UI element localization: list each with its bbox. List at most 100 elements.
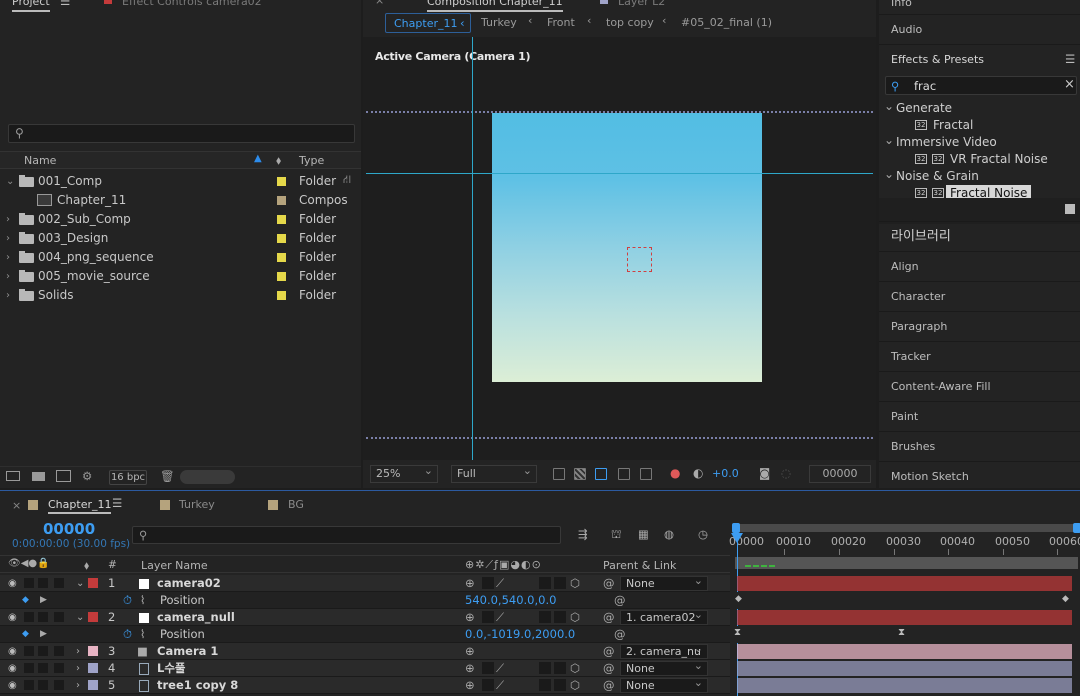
- project-search-input[interactable]: ⚲: [8, 124, 355, 143]
- layer-name[interactable]: L수풀: [157, 660, 186, 677]
- label-swatch[interactable]: [277, 177, 286, 186]
- breadcrumb-final[interactable]: #05_02_final (1): [681, 16, 772, 29]
- solo-switch[interactable]: [38, 646, 48, 656]
- chevron-right-icon[interactable]: ▶: [40, 626, 47, 643]
- mask-path-icon[interactable]: [595, 468, 607, 480]
- chevron-right-icon[interactable]: ▶: [40, 592, 47, 609]
- layer-tab[interactable]: Layer L2: [618, 0, 665, 8]
- collapse-switch[interactable]: [482, 611, 494, 623]
- graph-icon[interactable]: ⌇: [140, 626, 146, 643]
- label-swatch[interactable]: [277, 196, 286, 205]
- work-area-start-handle[interactable]: [732, 523, 740, 533]
- timeline-tab-turkey[interactable]: Turkey: [179, 498, 215, 511]
- close-icon[interactable]: ×: [12, 499, 21, 512]
- chevron-down-icon[interactable]: ⌄: [884, 98, 894, 114]
- audio-switch[interactable]: [24, 612, 34, 622]
- label-swatch[interactable]: [277, 291, 286, 300]
- pick-whip-icon[interactable]: @: [614, 592, 626, 609]
- chevron-down-icon[interactable]: ⌄: [76, 609, 84, 626]
- show-snapshot-icon[interactable]: ◌: [781, 466, 791, 480]
- layer-label-swatch[interactable]: [88, 646, 98, 656]
- visibility-eye-icon[interactable]: ◉: [8, 575, 17, 592]
- quality-switch-icon[interactable]: ⟋: [496, 575, 504, 592]
- parent-dropdown[interactable]: None: [620, 574, 708, 591]
- camera-target-box[interactable]: [627, 247, 652, 272]
- work-area-end-handle[interactable]: [1073, 523, 1080, 533]
- chevron-right-icon[interactable]: ›: [76, 660, 80, 677]
- new-preset-icon[interactable]: [1065, 204, 1075, 214]
- keyframe-nav-icon[interactable]: ◆: [22, 592, 29, 609]
- layer-label-swatch[interactable]: [88, 680, 98, 690]
- layer-row[interactable]: ◉ ⌄ 1 camera02 ⊕ ⟋ ⬡ @ None: [0, 574, 730, 592]
- layer-row[interactable]: ◉ › 3 ■ Camera 1 ⊕ @ 2. camera_nu: [0, 642, 730, 660]
- 3d-layer-icon[interactable]: ⬡: [570, 609, 580, 626]
- new-comp-icon[interactable]: [56, 470, 71, 482]
- motion-blur-switch[interactable]: [539, 662, 551, 674]
- property-row[interactable]: ◆ ▶ ⏱ ⌇ Position 540.0,540.0,0.0 @: [0, 592, 730, 609]
- adjustment-switch[interactable]: [554, 577, 566, 589]
- snapshot-camera-icon[interactable]: ◙: [759, 466, 770, 480]
- grid-guides-icon[interactable]: [640, 468, 652, 480]
- project-item[interactable]: › 004_png_sequence Folder: [0, 248, 343, 267]
- name-column-header[interactable]: Name: [24, 154, 56, 167]
- layer-duration-bar[interactable]: [737, 644, 1072, 659]
- lock-switch[interactable]: [54, 578, 64, 588]
- project-item[interactable]: Chapter_11 Compos: [0, 191, 348, 210]
- panel-library[interactable]: 라이브러리: [879, 221, 1080, 251]
- panel-menu-icon[interactable]: ☰: [112, 496, 122, 510]
- effect-controls-tab[interactable]: Effect Controls camera02: [122, 0, 262, 8]
- label-swatch[interactable]: [277, 234, 286, 243]
- zoom-dropdown[interactable]: 25% ⌄: [370, 464, 438, 483]
- project-item[interactable]: › Solids Folder: [0, 286, 343, 305]
- effect-category[interactable]: ⌄ Generate: [879, 98, 1080, 117]
- pick-whip-icon[interactable]: @: [603, 575, 615, 592]
- clear-search-icon[interactable]: ×: [1064, 77, 1075, 92]
- chevron-right-icon[interactable]: ›: [6, 229, 10, 248]
- project-settings-icon[interactable]: ⚙: [82, 469, 92, 483]
- parent-dropdown[interactable]: None: [620, 676, 708, 693]
- solo-switch[interactable]: [38, 578, 48, 588]
- breadcrumb-front[interactable]: Front: [547, 16, 575, 29]
- layer-row[interactable]: ◉ › 4 L수풀 ⊕ ⟋ ⬡ @ None: [0, 659, 730, 677]
- interpret-footage-icon[interactable]: [6, 471, 20, 481]
- quality-switch-icon[interactable]: ⟋: [496, 609, 504, 626]
- sky-image-layer[interactable]: [492, 113, 762, 382]
- playhead-handle[interactable]: [731, 533, 743, 543]
- new-folder-icon[interactable]: [32, 472, 45, 481]
- panel-paint[interactable]: Paint: [879, 401, 1080, 431]
- layer-duration-bar[interactable]: [737, 610, 1072, 625]
- effect-item[interactable]: 32 32 VR Fractal Noise: [879, 151, 1080, 168]
- layer-row[interactable]: ◉ ⌄ 2 camera_null ⊕ ⟋ ⬡ @ 1. camera02: [0, 608, 730, 626]
- parent-dropdown[interactable]: 2. camera_nu: [620, 642, 708, 659]
- chevron-right-icon[interactable]: ›: [6, 248, 10, 267]
- lock-switch[interactable]: [54, 612, 64, 622]
- reset-exposure-icon[interactable]: ◐: [693, 466, 703, 480]
- current-time-display[interactable]: 00000: [43, 520, 95, 538]
- audio-switch[interactable]: [24, 578, 34, 588]
- solo-switch[interactable]: [38, 680, 48, 690]
- visibility-eye-icon[interactable]: ◉: [8, 677, 17, 694]
- adjustment-switch[interactable]: [554, 679, 566, 691]
- project-item[interactable]: › 003_Design Folder: [0, 229, 343, 248]
- pick-whip-icon[interactable]: @: [603, 660, 615, 677]
- guide-horizontal[interactable]: [366, 173, 873, 174]
- flowchart-icon[interactable]: ⛙: [343, 172, 351, 188]
- layer-name[interactable]: camera02: [157, 575, 221, 592]
- effect-item[interactable]: 32 Fractal: [879, 117, 1080, 134]
- fast-previews-icon[interactable]: [553, 468, 565, 480]
- breadcrumb-active[interactable]: Chapter_11 ‹: [385, 13, 471, 33]
- lock-switch[interactable]: [54, 646, 64, 656]
- exposure-value[interactable]: +0.0: [712, 467, 739, 480]
- chevron-right-icon[interactable]: ›: [6, 286, 10, 305]
- graph-editor-icon[interactable]: ◷: [698, 527, 708, 541]
- chevron-right-icon[interactable]: ›: [6, 267, 10, 286]
- region-of-interest-icon[interactable]: [618, 468, 630, 480]
- chevron-right-icon[interactable]: ›: [76, 643, 80, 660]
- draft-3d-icon[interactable]: ⛫: [611, 527, 622, 543]
- motion-blur-switch[interactable]: [539, 679, 551, 691]
- panel-content-aware-fill[interactable]: Content-Aware Fill: [879, 371, 1080, 401]
- keyframe-track[interactable]: ⧗ ⧗: [734, 626, 1078, 643]
- resolution-dropdown[interactable]: Full ⌄: [451, 464, 537, 483]
- panel-brushes[interactable]: Brushes: [879, 431, 1080, 461]
- project-item[interactable]: › 002_Sub_Comp Folder: [0, 210, 343, 229]
